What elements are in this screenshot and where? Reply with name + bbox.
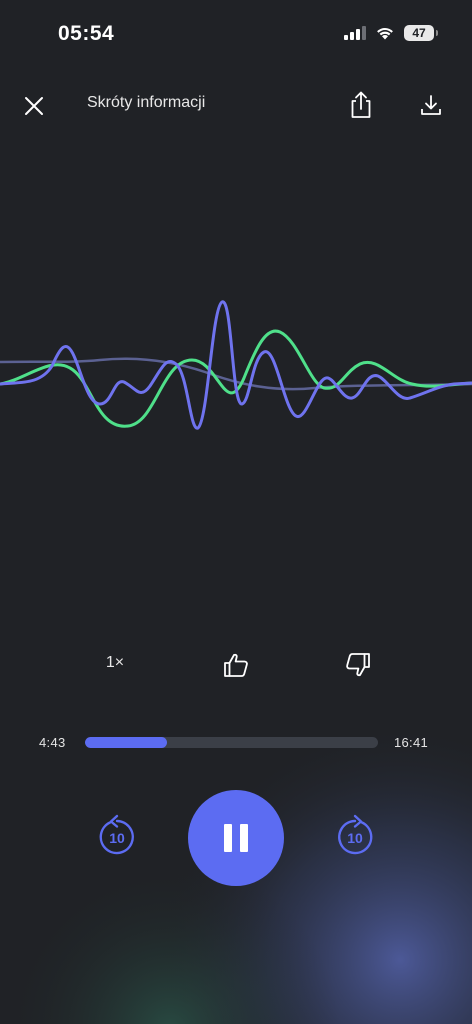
forward-10-icon: 10	[338, 814, 373, 855]
thumbs-up-icon	[224, 653, 248, 677]
battery-level: 47	[412, 26, 426, 40]
download-button[interactable]	[414, 88, 448, 122]
progress-bar[interactable]	[85, 737, 378, 748]
rewind-10-button[interactable]: 10	[96, 814, 138, 858]
waveform-blue-line	[0, 300, 472, 430]
status-bar: 05:54 47	[0, 0, 472, 72]
page-title: Skróty informacji	[87, 94, 206, 111]
wifi-icon	[377, 27, 393, 40]
close-button[interactable]	[18, 90, 50, 122]
battery-icon: 47	[404, 25, 438, 41]
like-button[interactable]	[220, 649, 252, 681]
close-icon	[25, 97, 43, 115]
rewind-seconds-label: 10	[109, 830, 125, 846]
rewind-10-icon: 10	[99, 814, 134, 855]
share-button[interactable]	[345, 88, 377, 122]
pause-icon	[220, 824, 252, 852]
thumbs-down-icon	[346, 653, 370, 677]
status-time: 05:54	[58, 22, 115, 45]
signal-icon	[344, 26, 366, 40]
app-bar: Skróty informacji	[0, 80, 472, 130]
forward-10-button[interactable]: 10	[334, 814, 376, 858]
share-icon	[351, 91, 371, 118]
audio-waveform	[0, 300, 472, 430]
pause-button[interactable]	[188, 790, 284, 886]
dislike-button[interactable]	[342, 649, 374, 681]
total-time: 16:41	[394, 735, 429, 750]
forward-seconds-label: 10	[347, 830, 363, 846]
elapsed-time: 4:43	[39, 735, 66, 750]
progress-fill	[85, 737, 168, 748]
status-icons: 47	[344, 25, 438, 41]
playback-speed-button[interactable]: 1×	[100, 654, 130, 672]
download-icon	[421, 95, 441, 115]
